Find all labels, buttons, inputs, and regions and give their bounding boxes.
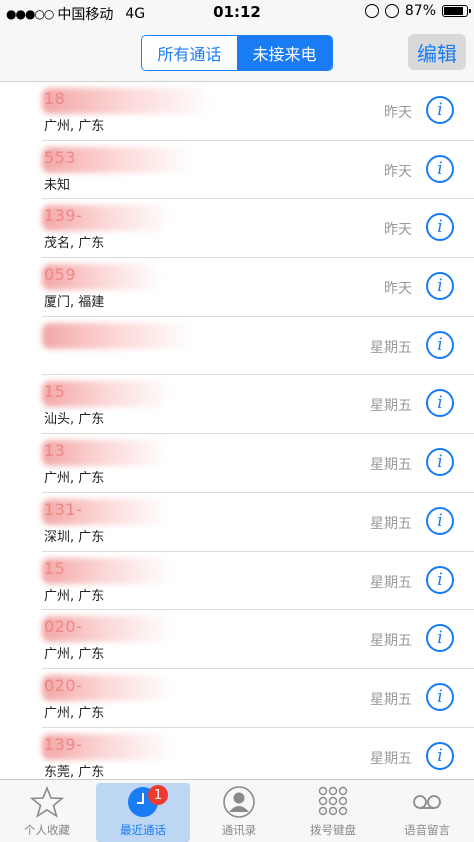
caller-location: 厦门, 福建	[44, 295, 105, 311]
info-icon[interactable]: i	[426, 741, 454, 770]
redacted-number-blur	[42, 205, 172, 232]
tab-label: 拨号键盘	[310, 823, 356, 837]
status-bar: ●●●○○ 中国移动 4G 01:12 87%	[0, 0, 474, 26]
redacted-number-blur	[42, 498, 167, 525]
redacted-number-blur	[42, 733, 172, 760]
tab-favorites[interactable]: 个人收藏	[0, 780, 94, 842]
call-time: 昨天	[384, 105, 412, 121]
recent-calls-list: 18广州, 广东昨天i553未知昨天i139-茂名, 广东昨天i059厦门, 福…	[0, 82, 474, 779]
call-time: 昨天	[384, 163, 412, 180]
tab-label: 语音留言	[404, 823, 450, 837]
call-filter-segmented-control: 所有通话 未接来电	[141, 35, 333, 71]
segment-missed-calls[interactable]: 未接来电	[237, 36, 332, 70]
edit-button[interactable]: 编辑	[408, 34, 466, 70]
tab-contacts[interactable]: 通讯录	[192, 780, 286, 842]
info-icon[interactable]: i	[426, 272, 454, 301]
caller-location: 广州, 广东	[44, 119, 105, 134]
keypad-icon	[316, 785, 350, 819]
call-row[interactable]: 553未知昨天i	[42, 141, 474, 200]
call-row[interactable]: 139-茂名, 广东昨天i	[42, 199, 474, 259]
call-row[interactable]: 059厦门, 福建昨天i	[42, 258, 474, 317]
status-right: 87%	[364, 3, 471, 19]
info-icon[interactable]: i	[426, 330, 454, 359]
info-icon[interactable]: i	[426, 624, 454, 653]
tab-label: 最近通话	[120, 823, 166, 837]
info-icon[interactable]: i	[426, 154, 454, 183]
call-time: 昨天	[384, 222, 412, 239]
info-icon[interactable]: i	[426, 448, 454, 477]
info-icon[interactable]: i	[426, 565, 454, 594]
info-icon[interactable]: i	[426, 682, 454, 711]
segment-all-calls[interactable]: 所有通话	[142, 36, 237, 70]
caller-location: 汕头, 广东	[44, 412, 105, 428]
redacted-number-blur	[42, 616, 172, 643]
tab-recents[interactable]: 1 最近通话	[96, 783, 190, 842]
call-time: 星期五	[370, 457, 412, 474]
battery-percent: 87%	[404, 3, 436, 19]
call-row[interactable]: 13广州, 广东星期五i	[42, 434, 474, 493]
redacted-number-blur	[42, 146, 192, 173]
contact-icon	[222, 785, 256, 819]
redacted-number-blur	[42, 557, 172, 584]
redacted-number-blur	[42, 674, 172, 701]
voicemail-icon	[410, 785, 444, 819]
caller-location: 深圳, 广东	[44, 529, 105, 545]
info-icon[interactable]: i	[426, 96, 454, 124]
call-time: 星期五	[370, 633, 412, 650]
redacted-number-blur	[42, 381, 172, 408]
call-row[interactable]: 020-广州, 广东星期五i	[42, 669, 474, 728]
battery-icon	[442, 5, 471, 17]
call-row[interactable]: 131-深圳, 广东星期五i	[42, 493, 474, 552]
tab-bar: 个人收藏 1 最近通话 通讯录 拨号键盘 语音留言	[0, 779, 474, 842]
call-time: 昨天	[384, 281, 412, 298]
tab-label: 通讯录	[221, 823, 257, 837]
caller-location: 广州, 广东	[44, 588, 105, 604]
caller-location: 东莞, 广东	[44, 764, 105, 779]
alarm-icon	[384, 4, 399, 18]
star-icon	[30, 785, 64, 819]
caller-location: 广州, 广东	[44, 705, 105, 721]
call-row[interactable]: 139-东莞, 广东星期五i	[42, 728, 474, 779]
missed-count-badge: 1	[148, 785, 168, 805]
rotation-lock-icon	[364, 4, 379, 18]
call-time: 星期五	[370, 750, 412, 767]
tab-voicemail[interactable]: 语音留言	[380, 780, 474, 842]
nav-bar: 所有通话 未接来电 编辑	[0, 26, 474, 82]
info-icon[interactable]: i	[426, 506, 454, 535]
call-row[interactable]: 星期五 i	[42, 317, 474, 376]
caller-location: 广州, 广东	[44, 647, 105, 663]
call-time: 星期五	[370, 574, 412, 591]
caller-location: 未知	[44, 177, 71, 193]
info-icon[interactable]: i	[426, 213, 454, 242]
tab-label: 个人收藏	[24, 823, 70, 837]
call-row[interactable]: 020-广州, 广东星期五i	[42, 610, 474, 669]
call-time: 星期五	[370, 398, 412, 415]
call-row[interactable]: 18广州, 广东昨天i	[42, 82, 474, 141]
call-time: 星期五	[370, 691, 412, 708]
caller-location: 广州, 广东	[44, 471, 105, 487]
call-row[interactable]: 15广州, 广东星期五i	[42, 552, 474, 611]
caller-location: 茂名, 广东	[44, 236, 105, 252]
call-row[interactable]: 15汕头, 广东星期五i	[42, 375, 474, 435]
redacted-number-blur	[42, 264, 162, 291]
info-icon[interactable]: i	[426, 389, 454, 418]
redacted-number-blur	[42, 440, 167, 467]
tab-keypad[interactable]: 拨号键盘	[286, 780, 380, 842]
call-time: 星期五	[370, 515, 412, 532]
call-time: 星期五	[370, 339, 412, 356]
redacted-number-blur	[42, 88, 212, 114]
redacted-number-blur	[42, 322, 192, 349]
